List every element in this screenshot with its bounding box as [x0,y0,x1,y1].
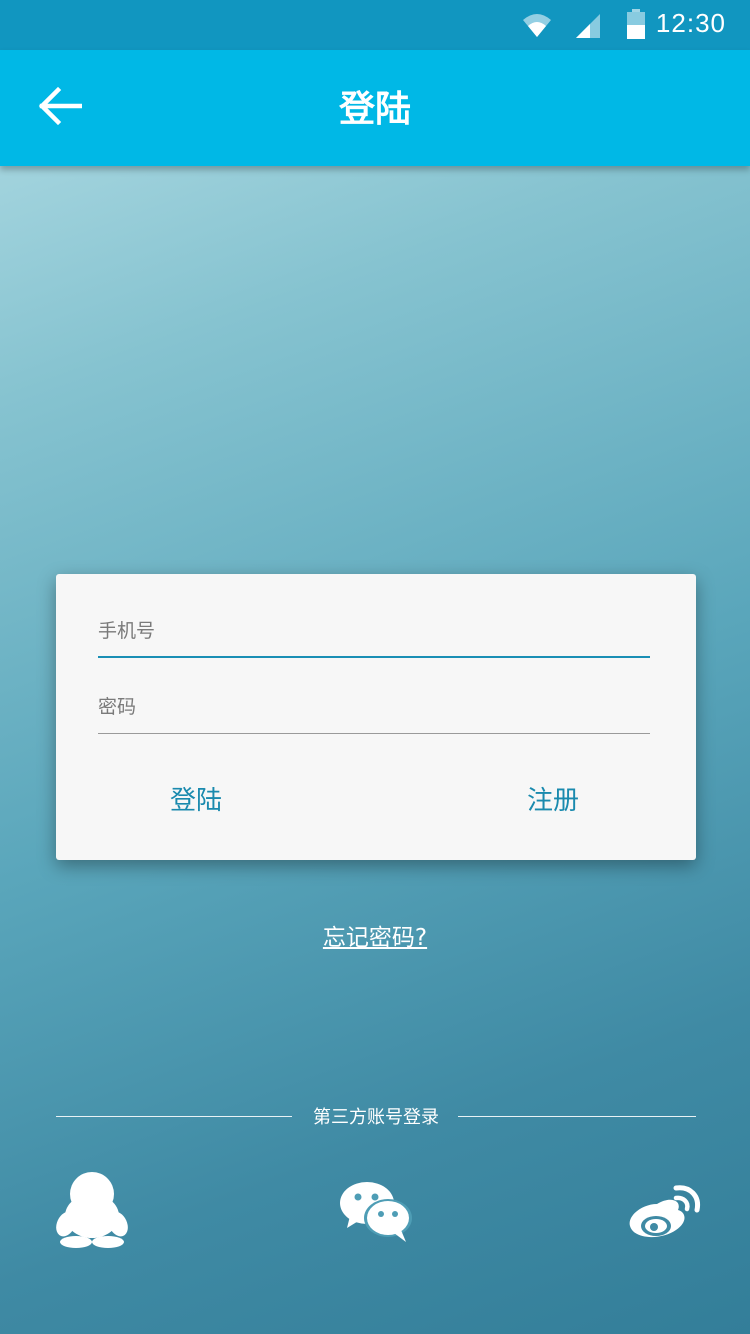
login-card: 登陆 注册 [56,574,696,860]
password-field [98,684,650,734]
wechat-login-button[interactable] [338,1170,418,1250]
password-underline [98,733,650,734]
wechat-icon [338,1182,418,1254]
phone-input[interactable] [98,608,650,654]
status-bar: 12:30 [0,0,750,50]
signal-icon [574,11,602,43]
login-button[interactable]: 登陆 [116,770,276,826]
page-title: 登陆 [338,89,411,130]
phone-underline [98,656,650,658]
third-party-divider: 第三方账号登录 [56,1100,696,1132]
divider-line-right [458,1116,696,1117]
phone-field [98,608,650,658]
app-bar: 登陆 [0,50,750,166]
password-input[interactable] [98,684,650,730]
forgot-password-link[interactable]: 忘记密码? [0,918,750,952]
wifi-icon [522,11,552,43]
status-time: 12:30 [655,8,726,38]
qq-login-button[interactable] [52,1170,132,1250]
weibo-icon [624,1185,704,1254]
weibo-login-button[interactable] [624,1170,704,1250]
register-button[interactable]: 注册 [473,770,633,826]
battery-icon [626,9,646,43]
qq-icon [52,1172,132,1254]
